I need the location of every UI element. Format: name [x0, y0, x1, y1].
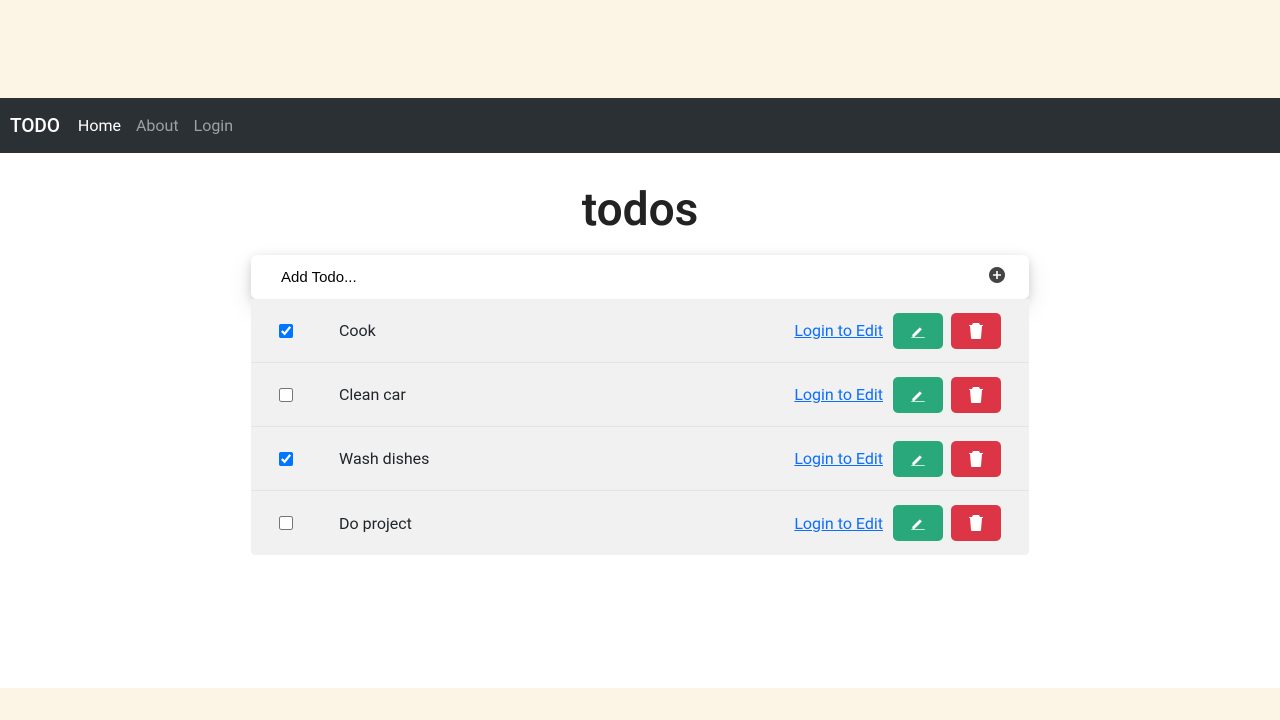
todo-list: Cook Login to Edit Clean car Lo [251, 299, 1029, 555]
login-to-edit-link[interactable]: Login to Edit [794, 514, 883, 533]
top-band [0, 0, 1280, 98]
nav-links: Home About Login [78, 116, 233, 135]
delete-button[interactable] [951, 377, 1001, 413]
todo-label: Do project [339, 514, 794, 533]
actions-col: Login to Edit [794, 377, 1001, 413]
todo-row: Cook Login to Edit [251, 299, 1029, 363]
page-title: todos [582, 183, 699, 237]
todo-checkbox[interactable] [279, 388, 293, 402]
delete-button[interactable] [951, 441, 1001, 477]
edit-button[interactable] [893, 441, 943, 477]
todo-checkbox[interactable] [279, 516, 293, 530]
check-col [279, 324, 339, 338]
check-col [279, 516, 339, 530]
todo-row: Wash dishes Login to Edit [251, 427, 1029, 491]
nav-login[interactable]: Login [194, 116, 233, 135]
bottom-band [0, 688, 1280, 720]
edit-button[interactable] [893, 377, 943, 413]
check-col [279, 452, 339, 466]
login-to-edit-link[interactable]: Login to Edit [794, 385, 883, 404]
todo-row: Clean car Login to Edit [251, 363, 1029, 427]
brand[interactable]: TODO [10, 114, 60, 137]
pencil-icon [909, 386, 927, 404]
login-to-edit-link[interactable]: Login to Edit [794, 449, 883, 468]
todo-row: Do project Login to Edit [251, 491, 1029, 555]
check-col [279, 388, 339, 402]
actions-col: Login to Edit [794, 313, 1001, 349]
login-to-edit-link[interactable]: Login to Edit [794, 321, 883, 340]
trash-icon [969, 451, 983, 467]
add-input[interactable] [281, 269, 989, 286]
todo-checkbox[interactable] [279, 324, 293, 338]
todo-container: Cook Login to Edit Clean car Lo [251, 255, 1029, 555]
pencil-icon [909, 450, 927, 468]
todo-label: Wash dishes [339, 449, 794, 468]
todo-label: Cook [339, 321, 794, 340]
todo-label: Clean car [339, 385, 794, 404]
add-icon[interactable] [989, 267, 1005, 287]
delete-button[interactable] [951, 313, 1001, 349]
trash-icon [969, 387, 983, 403]
add-row [251, 255, 1029, 299]
nav-home[interactable]: Home [78, 116, 121, 135]
edit-button[interactable] [893, 505, 943, 541]
todo-checkbox[interactable] [279, 452, 293, 466]
actions-col: Login to Edit [794, 505, 1001, 541]
navbar: TODO Home About Login [0, 98, 1280, 153]
pencil-icon [909, 322, 927, 340]
nav-about[interactable]: About [136, 116, 179, 135]
content: todos Cook Login to Edit [0, 153, 1280, 688]
edit-button[interactable] [893, 313, 943, 349]
delete-button[interactable] [951, 505, 1001, 541]
pencil-icon [909, 514, 927, 532]
actions-col: Login to Edit [794, 441, 1001, 477]
trash-icon [969, 323, 983, 339]
trash-icon [969, 515, 983, 531]
